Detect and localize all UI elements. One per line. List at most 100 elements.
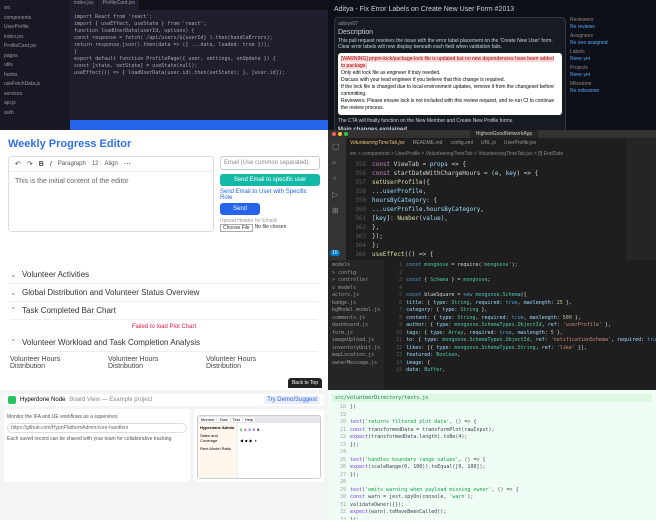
file-item[interactable]: v models <box>330 285 382 293</box>
breadcrumb[interactable]: src > components > UserProfile > Volunte… <box>346 150 626 158</box>
row-label: Global Distribution and Volunteer Status… <box>22 288 199 297</box>
price-icon: $ <box>244 427 246 432</box>
sidebar-item[interactable]: Rent Model Ratio <box>200 446 235 451</box>
no-file-label: No file chosen <box>255 224 287 232</box>
accordion-row[interactable]: ⌃Volunteer Workload and Task Completion … <box>10 334 318 352</box>
vscode-volunteering-tab: HighestGoodNetworkApp ▢ ⌕ ⑂ ▷ ⊞ Voluntee… <box>328 130 656 260</box>
browser-tab[interactable]: Test <box>231 417 242 422</box>
send-role-link[interactable]: Send Email to User with Specific Role <box>220 189 320 201</box>
file-item[interactable]: imageUpload.js <box>330 337 382 345</box>
sidebar-heading[interactable]: Assignees <box>570 33 650 39</box>
choose-file-button[interactable]: Choose File <box>220 224 253 232</box>
file-item[interactable]: pages <box>2 52 68 62</box>
file-item[interactable]: utils <box>2 61 68 71</box>
undo-icon[interactable]: ↶ <box>15 160 21 168</box>
editor-tab[interactable]: URL.js <box>477 138 500 150</box>
editor-tab[interactable]: UserProfile.jsx <box>500 138 540 150</box>
file-item[interactable]: > controller <box>330 277 382 285</box>
file-item[interactable]: index.jsx <box>2 33 68 43</box>
file-item[interactable]: UserProfile <box>2 23 68 33</box>
file-item[interactable]: dashboard.js <box>330 322 382 330</box>
price-icon: $ <box>248 427 250 432</box>
status-bar[interactable] <box>70 120 328 130</box>
file-item[interactable]: mapLocation.js <box>330 352 382 360</box>
files-icon[interactable]: ▢ <box>332 142 342 152</box>
sidebar-heading[interactable]: Reviewers <box>570 17 650 23</box>
comment-author[interactable]: adtsys07 <box>338 21 562 27</box>
browser-tab[interactable]: Task <box>217 417 229 422</box>
sidebar-item[interactable]: Sales and Coverage <box>200 433 235 443</box>
file-tab[interactable]: src/volunteerDirectory/tests.js <box>332 394 652 402</box>
editor-tab[interactable]: ProfileCard.jsx <box>98 0 139 10</box>
git-icon[interactable]: ⑂ <box>332 174 342 184</box>
accordion-row[interactable]: ⌄Global Distribution and Volunteer Statu… <box>10 284 318 302</box>
sidebar-heading[interactable]: Milestone <box>570 81 650 87</box>
email-input[interactable]: Email (Use common separated): <box>220 156 320 170</box>
file-item[interactable]: inventoryUnit.js <box>330 345 382 353</box>
file-item[interactable]: src <box>2 4 68 14</box>
browser-main: $ $ $ $ $ ◀ ■ ▶ ⏸ <box>238 423 320 478</box>
file-item[interactable]: bgModel.model.js <box>330 307 382 315</box>
sidebar-heading[interactable]: Labels <box>570 49 650 55</box>
fontsize-select[interactable]: 12 <box>92 161 99 167</box>
url-input[interactable]: https://github.com/HypnPlatformAdmin/cor… <box>7 423 187 433</box>
send-specific-button[interactable]: Send Email to specific user <box>220 174 320 186</box>
next-icon[interactable]: ▶ <box>250 438 253 443</box>
close-icon[interactable] <box>332 132 336 136</box>
prev-icon[interactable]: ◀ <box>240 438 243 443</box>
pause-icon[interactable]: ⏸ <box>255 438 257 443</box>
code-area[interactable]: 1const mongoose = require('mongoose');23… <box>384 260 656 390</box>
extensions-icon[interactable]: ⊞ <box>332 206 342 216</box>
file-item[interactable]: auth <box>2 109 68 119</box>
file-item[interactable]: ownerMessage.js <box>330 360 382 368</box>
browser-tab[interactable]: Help <box>243 417 255 422</box>
window-titlebar: HighestGoodNetworkApp <box>328 130 656 138</box>
bold-icon[interactable]: B <box>39 161 44 168</box>
file-item[interactable]: actors.js <box>330 292 382 300</box>
minimize-icon[interactable] <box>338 132 342 136</box>
code-area[interactable]: import React from 'react'; import { useE… <box>70 10 328 120</box>
align-select[interactable]: Align <box>104 161 117 167</box>
editor-tab[interactable]: index.jsx <box>70 0 97 10</box>
file-item[interactable]: services <box>2 90 68 100</box>
app-header: Hyperdone Node Board View — Example proj… <box>4 394 324 406</box>
row-label: Task Completed Bar Chart <box>22 306 116 315</box>
italic-icon[interactable]: I <box>50 161 52 168</box>
accordion-row[interactable]: ⌃Task Completed Bar Chart <box>10 302 318 320</box>
file-item[interactable]: components <box>2 14 68 24</box>
file-item[interactable]: > config <box>330 270 382 278</box>
code-area[interactable]: 18 })1920 test('returns filtered plot da… <box>332 404 652 520</box>
file-item[interactable]: comments.js <box>330 315 382 323</box>
editor-content[interactable]: This is the initial content of the edito… <box>9 172 213 191</box>
browser-tab[interactable]: Monitor <box>199 417 216 422</box>
paragraph-select[interactable]: Paragraph <box>58 161 86 167</box>
editor-tab[interactable]: VolunteeringTimeTab.jsx <box>346 138 409 150</box>
vscode-mongoose-schema: models> config> controllerv models actor… <box>328 260 656 390</box>
editor-tab[interactable]: config.xml <box>446 138 477 150</box>
alert-line: Reviewers: Please ensure lock is not inc… <box>341 98 554 111</box>
more-icon[interactable]: ⋯ <box>124 160 131 168</box>
accordion-row[interactable]: ⌄Volunteer Activities <box>10 266 318 284</box>
scm-badge[interactable]: 10 <box>330 250 340 256</box>
search-icon[interactable]: ⌕ <box>332 158 342 168</box>
stop-icon[interactable]: ■ <box>245 438 247 443</box>
file-item[interactable]: hooks <box>2 71 68 81</box>
file-item[interactable]: badge.js <box>330 300 382 308</box>
minimap[interactable] <box>626 138 656 260</box>
file-item[interactable]: form.js <box>330 330 382 338</box>
zoom-icon[interactable] <box>344 132 348 136</box>
editor-tab[interactable]: README.md <box>409 138 447 150</box>
sidebar-heading[interactable]: Projects <box>570 65 650 71</box>
send-button[interactable]: Send <box>220 203 260 215</box>
file-item[interactable]: useFetchData.js <box>2 80 68 90</box>
file-item[interactable]: ProfileCard.jsx <box>2 42 68 52</box>
file-explorer[interactable]: models> config> controllerv models actor… <box>328 260 384 390</box>
redo-icon[interactable]: ↷ <box>27 160 33 168</box>
code-area[interactable]: 355const ViewTab = props => {356 const s… <box>346 158 626 260</box>
file-item[interactable]: api.js <box>2 99 68 109</box>
file-item[interactable]: models <box>330 262 382 270</box>
debug-icon[interactable]: ▷ <box>332 190 342 200</box>
demo-badge[interactable]: Try Demo/Suggest <box>264 396 320 404</box>
file-explorer[interactable]: src components UserProfile index.jsx Pro… <box>0 0 70 130</box>
back-to-top-button[interactable]: Back to Top <box>288 378 322 388</box>
